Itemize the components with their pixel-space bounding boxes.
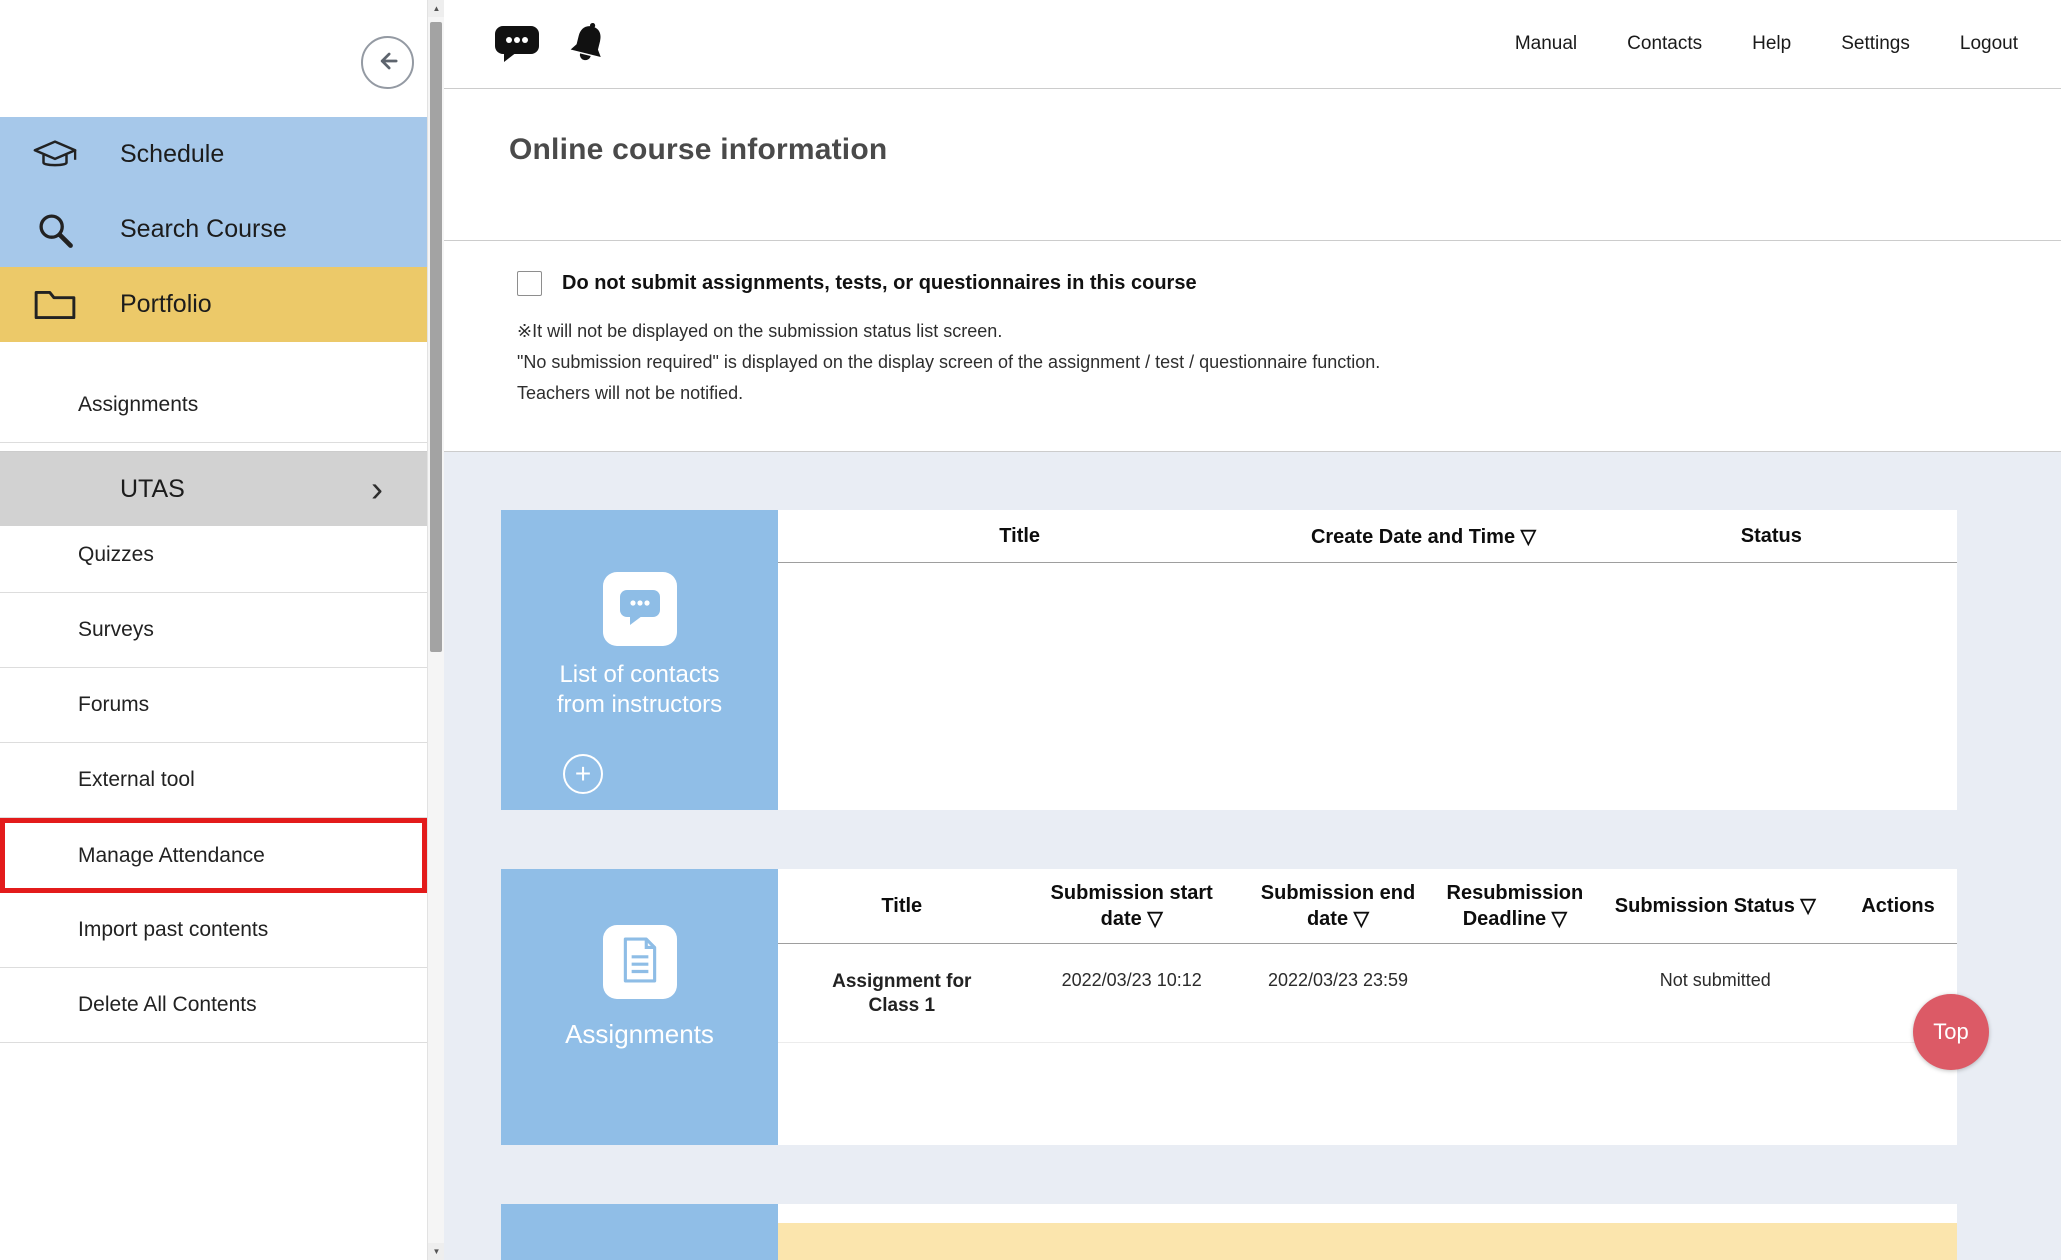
sidebar-item-label: Schedule <box>120 140 224 169</box>
checkbox-row: Do not submit assignments, tests, or que… <box>517 271 2061 296</box>
assignment-row: Assignment for Class 1 2022/03/23 10:12 … <box>778 944 1957 1043</box>
graduation-cap-icon <box>30 137 80 173</box>
next-card-header-strip <box>778 1204 1957 1223</box>
next-card-partial <box>501 1204 1957 1260</box>
sidebar-scrollbar[interactable]: ▲ ▼ <box>427 0 444 1260</box>
highlighted-row <box>778 1223 1957 1260</box>
sidebar-item-assignments[interactable]: Assignments <box>0 368 427 443</box>
sidebar-item-surveys[interactable]: Surveys <box>0 593 427 668</box>
column-submission-end-sort[interactable]: Submission end date ▽ <box>1238 869 1438 944</box>
chevron-right-icon: › <box>371 471 383 507</box>
sidebar: Schedule Search Course <box>0 0 444 1260</box>
contacts-card-panel: List of contacts from instructors + <box>501 510 778 810</box>
sidebar-item-portfolio[interactable]: Portfolio <box>0 267 427 342</box>
assignment-end-date: 2022/03/23 23:59 <box>1238 944 1438 1043</box>
submission-options: Do not submit assignments, tests, or que… <box>444 241 2061 451</box>
lms-app: Schedule Search Course <box>0 0 2061 1260</box>
sidebar-item-forums[interactable]: Forums <box>0 668 427 743</box>
no-submission-checkbox-label[interactable]: Do not submit assignments, tests, or que… <box>562 272 1197 295</box>
sidebar-item-import-past-contents[interactable]: Import past contents <box>0 893 427 968</box>
notification-bell-icon[interactable] <box>568 21 608 67</box>
column-title: Title <box>778 510 1261 563</box>
note-line-2: "No submission required" is displayed on… <box>517 347 2061 378</box>
topbar-icons <box>494 21 608 67</box>
assignment-resubmission <box>1438 944 1591 1043</box>
sidebar-nav: Schedule Search Course <box>0 117 427 1043</box>
sidebar-item-label: Search Course <box>120 215 287 244</box>
note-line-3: Teachers will not be notified. <box>517 378 2061 409</box>
add-contact-button[interactable]: + <box>563 754 603 794</box>
magnifier-icon <box>30 210 80 250</box>
sidebar-item-utas[interactable]: UTAS › <box>0 451 427 526</box>
assignments-tile <box>603 925 677 999</box>
assignments-card: Assignments Title Submission start date … <box>501 869 1957 1145</box>
notes: ※It will not be displayed on the submiss… <box>517 316 2061 409</box>
main-topbar: Manual Contacts Help Settings Logout <box>444 0 2061 89</box>
sidebar-gap <box>0 342 427 368</box>
sidebar-item-delete-all-contents[interactable]: Delete All Contents <box>0 968 427 1043</box>
top-navigation: Manual Contacts Help Settings Logout <box>1515 33 2018 55</box>
column-status: Status <box>1586 510 1957 563</box>
nav-settings[interactable]: Settings <box>1841 33 1910 55</box>
column-submission-status-sort[interactable]: Submission Status ▽ <box>1591 869 1839 944</box>
contacts-panel-label: List of contacts from instructors <box>535 660 745 720</box>
next-card-panel <box>501 1204 778 1260</box>
scroll-up-icon[interactable]: ▲ <box>428 0 445 17</box>
no-submission-checkbox[interactable] <box>517 271 542 296</box>
nav-contacts[interactable]: Contacts <box>1627 33 1702 55</box>
messages-icon[interactable] <box>494 24 540 64</box>
assignment-start-date: 2022/03/23 10:12 <box>1026 944 1238 1043</box>
folder-icon <box>30 287 80 323</box>
assignments-table: Title Submission start date ▽ Submission… <box>778 869 1957 1145</box>
main-area: Manual Contacts Help Settings Logout Onl… <box>444 0 2061 1260</box>
assignments-table-header-row: Title Submission start date ▽ Submission… <box>778 869 1957 944</box>
document-icon <box>621 937 659 988</box>
note-line-1: ※It will not be displayed on the submiss… <box>517 316 2061 347</box>
cards-area: List of contacts from instructors + Titl… <box>444 451 2061 1260</box>
plus-icon: + <box>575 758 591 789</box>
column-submission-start-sort[interactable]: Submission start date ▽ <box>1026 869 1238 944</box>
sidebar-item-manage-attendance[interactable]: Manage Attendance <box>0 818 427 893</box>
nav-manual[interactable]: Manual <box>1515 33 1577 55</box>
column-actions: Actions <box>1839 869 1957 944</box>
sidebar-item-label: Portfolio <box>120 290 212 319</box>
next-card-table <box>778 1204 1957 1260</box>
sidebar-item-quizzes[interactable]: Quizzes <box>0 518 427 593</box>
page-title: Online course information <box>509 133 2061 167</box>
assignments-table-body: Assignment for Class 1 2022/03/23 10:12 … <box>778 944 1957 1043</box>
title-block: Online course information <box>444 89 2061 241</box>
sidebar-item-external-tool[interactable]: External tool <box>0 743 427 818</box>
sidebar-item-schedule[interactable]: Schedule <box>0 117 427 192</box>
contacts-table: Title Create Date and Time ▽ Status <box>778 510 1957 810</box>
sidebar-item-search-course[interactable]: Search Course <box>0 192 427 267</box>
sidebar-header <box>0 0 427 117</box>
back-arrow-icon <box>374 47 402 78</box>
column-resubmission-deadline-sort[interactable]: Resubmission Deadline ▽ <box>1438 869 1591 944</box>
assignments-panel-label: Assignments <box>565 1019 714 1050</box>
assignment-title[interactable]: Assignment for Class 1 <box>778 944 1026 1043</box>
sidebar-content: Schedule Search Course <box>0 0 427 1260</box>
contacts-table-header-row: Title Create Date and Time ▽ Status <box>778 510 1957 563</box>
scroll-down-icon[interactable]: ▼ <box>428 1243 445 1260</box>
column-create-date-sort[interactable]: Create Date and Time ▽ <box>1261 510 1585 563</box>
sidebar-item-label: UTAS <box>120 475 185 504</box>
assignments-card-panel: Assignments <box>501 869 778 1145</box>
contacts-card: List of contacts from instructors + Titl… <box>501 510 1957 810</box>
assignment-status: Not submitted <box>1591 944 1839 1043</box>
scroll-to-top-button[interactable]: Top <box>1913 994 1989 1070</box>
sidebar-collapse-button[interactable] <box>361 36 414 89</box>
nav-logout[interactable]: Logout <box>1960 33 2018 55</box>
scrollbar-thumb[interactable] <box>430 22 442 652</box>
column-title: Title <box>778 869 1026 944</box>
contacts-tile <box>603 572 677 646</box>
nav-help[interactable]: Help <box>1752 33 1791 55</box>
chat-bubble-icon <box>618 587 662 632</box>
